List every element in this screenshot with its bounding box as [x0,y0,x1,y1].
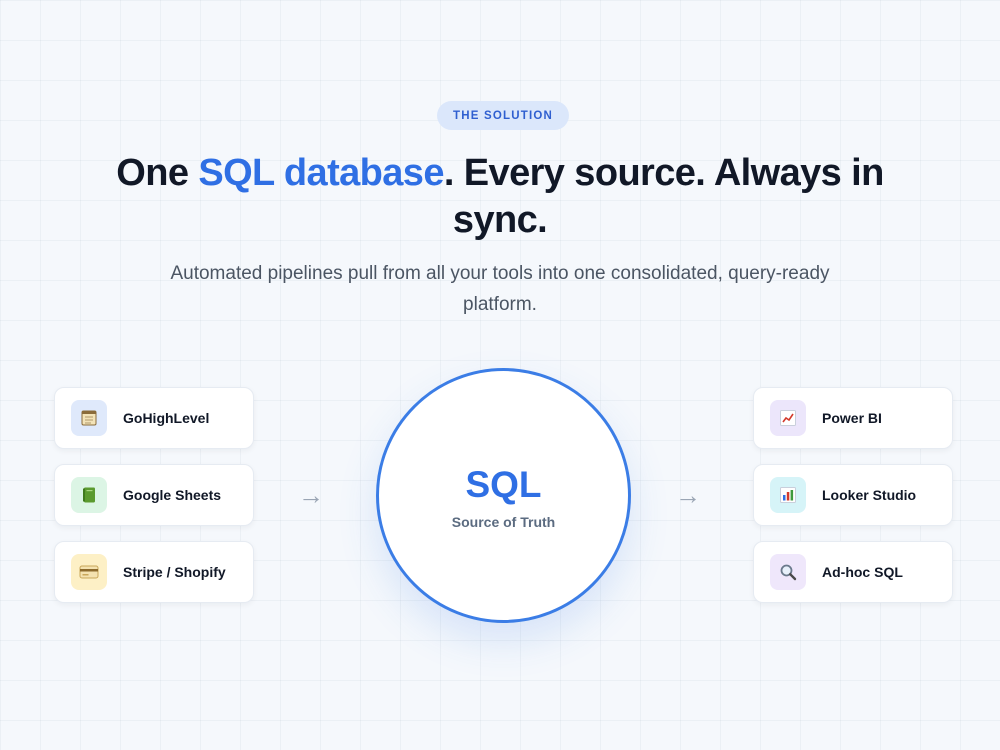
source-label: Google Sheets [123,487,222,503]
page-subtitle: Automated pipelines pull from all your t… [170,263,830,315]
source-label: Stripe / Shopify [123,564,226,580]
source-card-gohighlevel: GoHighLevel [54,387,254,449]
destination-label: Looker Studio [822,487,917,503]
sql-hub-circle: SQL Source of Truth [376,368,631,623]
source-label: GoHighLevel [123,410,210,426]
hub-subtitle: Source of Truth [451,513,556,530]
headline-part-1: One [116,152,199,194]
hub-title: SQL [465,463,542,505]
arrow-right-icon: → [298,480,324,510]
destination-label: Power BI [822,410,882,426]
line-chart-icon [770,400,806,436]
section-badge: THE SOLUTION [437,101,569,130]
headline-highlight: SQL database [198,152,444,194]
arrow-right-icon: → [675,480,701,510]
green-book-icon [71,477,107,513]
destination-label: Ad-hoc SQL [822,564,903,580]
page-headline: One SQL database. Every source. Always i… [80,150,920,244]
destination-card-looker-studio: Looker Studio [753,464,953,526]
source-card-google-sheets: Google Sheets [54,464,254,526]
credit-card-icon [71,554,107,590]
magnifier-icon [770,554,806,590]
bar-chart-icon [770,477,806,513]
notepad-icon [71,400,107,436]
headline-part-2: . Every source. Always in sync. [443,152,884,241]
source-card-stripe-shopify: Stripe / Shopify [54,541,254,603]
destination-card-adhoc-sql: Ad-hoc SQL [753,541,953,603]
destination-card-power-bi: Power BI [753,387,953,449]
